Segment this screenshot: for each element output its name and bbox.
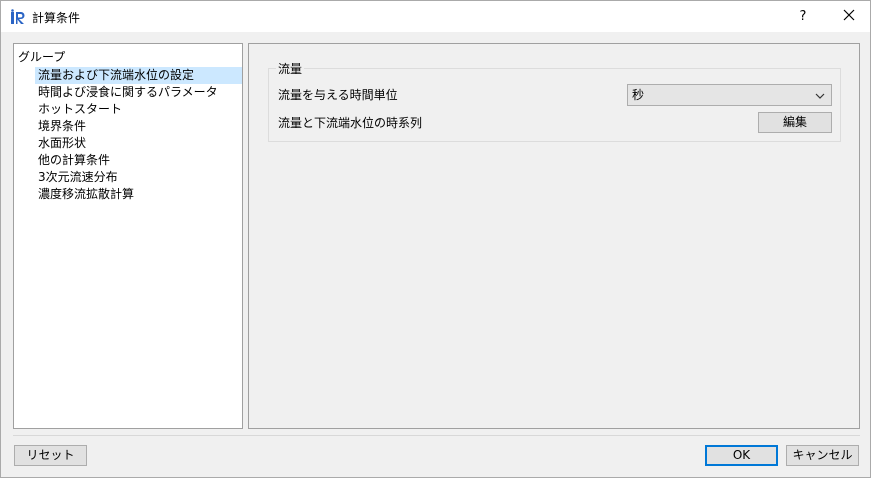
window-title: 計算条件 [32,11,81,25]
tree-item-time-erosion-params[interactable]: 時間よび浸食に関するパラメータ [35,84,222,101]
group-tree[interactable]: グループ 流量および下流端水位の設定 時間よび浸食に関するパラメータ ホットスタ… [13,43,243,429]
tree-item-discharge-settings[interactable]: 流量および下流端水位の設定 [35,67,242,84]
help-button[interactable]: ? [785,1,821,32]
dialog-window: 計算条件 ? グループ 流量および下流端水位の設定 時間よび浸食に関するパラメー… [0,0,871,478]
time-unit-value: 秒 [632,88,645,102]
tree-item-3d-velocity[interactable]: 3次元流速分布 [35,169,122,186]
tree-item-water-surface[interactable]: 水面形状 [35,135,90,152]
tree-item-boundary-conditions[interactable]: 境界条件 [35,118,90,135]
close-icon [843,9,855,24]
tree-item-other-conditions[interactable]: 他の計算条件 [35,152,114,169]
time-unit-select[interactable]: 秒 [627,84,832,106]
close-button[interactable] [827,1,870,32]
app-icon [10,9,26,25]
cancel-button[interactable]: キャンセル [786,445,859,466]
settings-panel: 流量 流量を与える時間単位 秒 流量と下流端水位の時系列 編集 [248,43,860,429]
discharge-groupbox: 流量 流量を与える時間単位 秒 流量と下流端水位の時系列 編集 [268,62,841,142]
tree-item-concentration[interactable]: 濃度移流拡散計算 [35,186,138,203]
edit-button[interactable]: 編集 [758,112,832,133]
time-unit-label: 流量を与える時間単位 [278,88,398,102]
reset-button[interactable]: リセット [14,445,87,466]
groupbox-title: 流量 [276,62,305,76]
time-series-label: 流量と下流端水位の時系列 [278,116,423,130]
ok-button[interactable]: OK [705,445,778,466]
footer-divider [13,435,860,436]
chevron-down-icon [815,90,825,100]
tree-item-hot-start[interactable]: ホットスタート [35,101,126,118]
title-bar: 計算条件 ? [1,1,870,32]
tree-root-label[interactable]: グループ [18,48,65,65]
